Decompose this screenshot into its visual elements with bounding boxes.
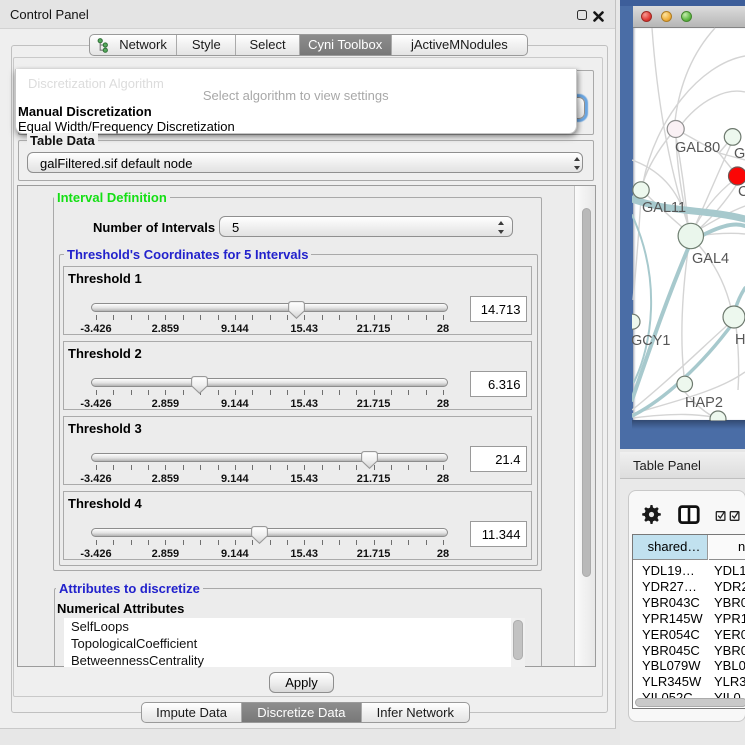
svg-text:H: H bbox=[735, 332, 745, 348]
svg-text:GCY1: GCY1 bbox=[632, 333, 671, 349]
svg-text:GAL80: GAL80 bbox=[675, 140, 720, 156]
svg-text:GAL4: GAL4 bbox=[692, 251, 729, 267]
svg-text:HAP2: HAP2 bbox=[685, 395, 723, 411]
svg-text:C: C bbox=[738, 184, 745, 200]
svg-text:GAL11: GAL11 bbox=[642, 200, 686, 216]
svg-text:GA: GA bbox=[734, 146, 745, 162]
